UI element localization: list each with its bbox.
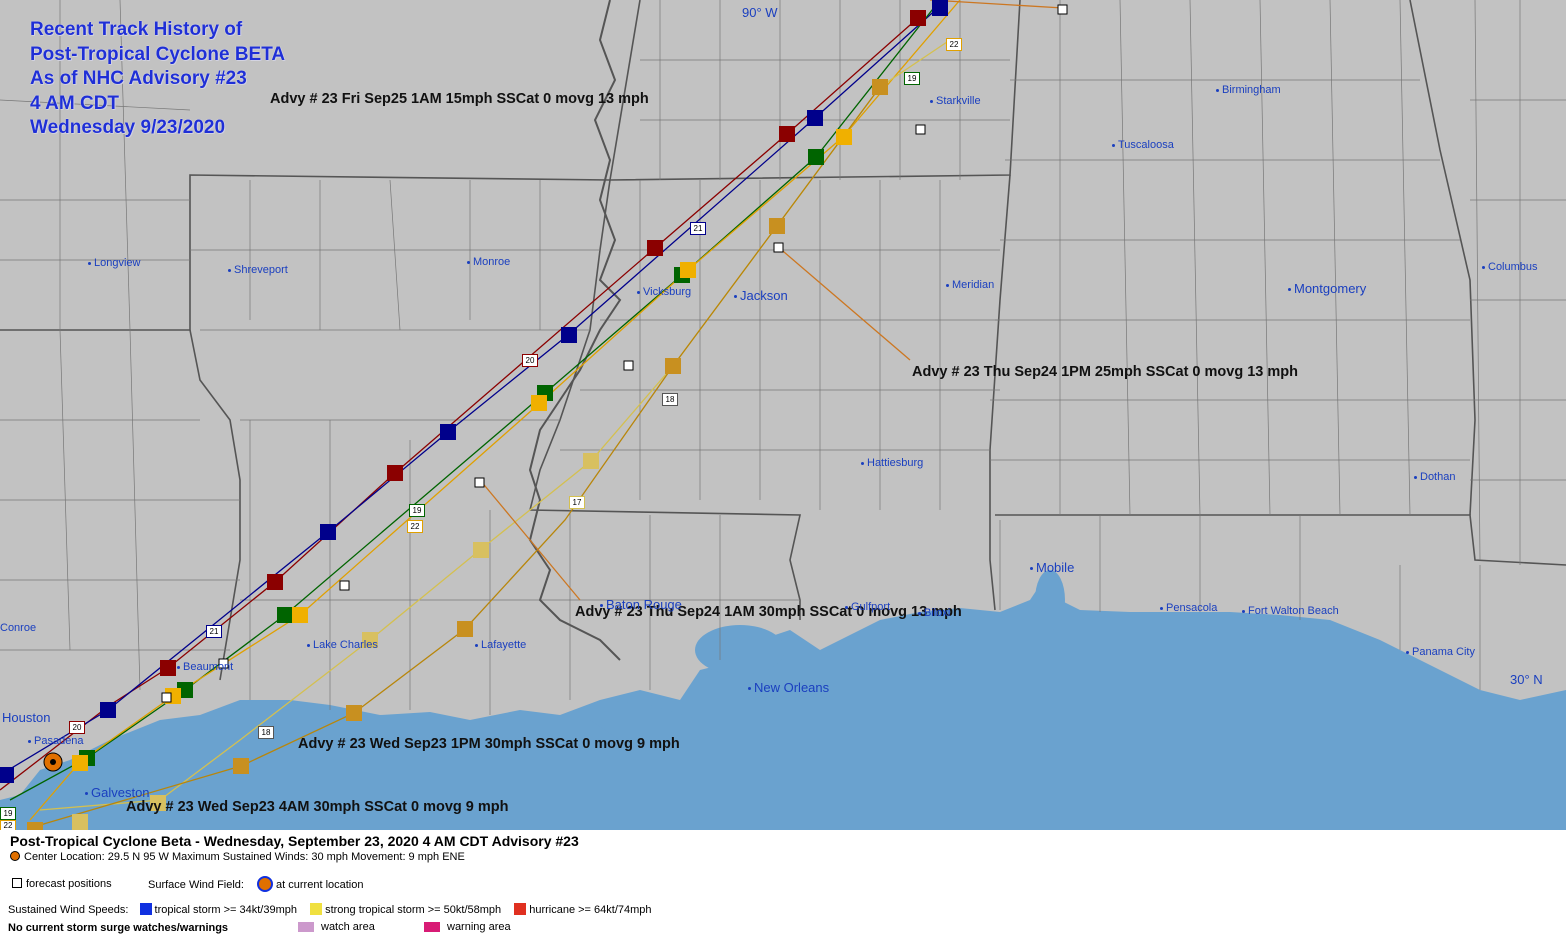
sustained-wind-label: Sustained Wind Speeds:	[8, 904, 129, 916]
warning-area-key: warning area	[424, 921, 511, 933]
center-location-marker	[43, 752, 63, 772]
city-label: Longview	[88, 257, 140, 269]
mobile-bay	[1035, 570, 1065, 630]
city-label: Starkville	[930, 95, 981, 107]
tropical-storm-swatch	[139, 903, 152, 915]
forecast-hour-shield: 18	[258, 726, 274, 739]
longitude-label: 90° W	[742, 5, 778, 20]
forecast-positions-key: forecast positions	[12, 878, 112, 890]
title-line: 4 AM CDT	[30, 92, 120, 114]
legend-header: Post-Tropical Cyclone Beta - Wednesday, …	[10, 833, 579, 849]
city-label: Conroe	[0, 622, 37, 634]
latitude-label: 30° N	[1510, 672, 1543, 687]
forecast-hour-shield: 19	[409, 504, 425, 517]
city-label: Columbus	[1482, 261, 1538, 273]
surge-note: No current storm surge watches/warnings	[8, 922, 229, 934]
forecast-hour-shield: 18	[662, 393, 678, 406]
forecast-hour-shield: 22	[946, 38, 962, 51]
forecast-hour-shield: 20	[69, 721, 85, 734]
hurricane-label: hurricane >= 64kt/74mph	[529, 904, 652, 916]
advisory-label: Advy # 23 Wed Sep23 1PM 30mph SSCat 0 mo…	[298, 736, 680, 752]
warning-area-swatch	[424, 922, 440, 932]
title-line: As of NHC Advisory #23	[30, 68, 247, 89]
advisory-label: Advy # 23 Thu Sep24 1PM 25mph SSCat 0 mo…	[912, 364, 1298, 380]
legend-panel: Post-Tropical Cyclone Beta - Wednesday, …	[0, 830, 1566, 940]
city-label: Dothan	[1414, 471, 1455, 483]
lake-pontchartrain	[695, 625, 785, 675]
city-label: Meridian	[946, 279, 994, 291]
surface-wind-key: Surface Wind Field: at current location	[148, 876, 363, 892]
city-label: Panama City	[1406, 646, 1475, 658]
wind-speed-key: Sustained Wind Speeds: tropical storm >=…	[8, 903, 652, 916]
strong-tropical-storm-swatch	[310, 903, 323, 915]
center-location-icon	[10, 851, 20, 861]
city-label: Shreveport	[228, 264, 288, 276]
advisory-label: Advy # 23 Wed Sep23 4AM 30mph SSCat 0 mo…	[126, 799, 509, 815]
city-label: Fort Walton Beach	[1242, 605, 1339, 617]
city-label: Hattiesburg	[861, 457, 923, 469]
forecast-hour-shield: 22	[407, 520, 423, 533]
forecast-hour-shield: 21	[690, 222, 706, 235]
forecast-positions-label: forecast positions	[26, 878, 112, 890]
city-label: Vicksburg	[637, 286, 691, 298]
at-current-location-label: at current location	[276, 879, 364, 891]
warning-area-label: warning area	[447, 921, 511, 933]
tropical-storm-label: tropical storm >= 34kt/39mph	[154, 904, 297, 916]
watch-area-label: watch area	[321, 921, 375, 933]
galveston-bay	[30, 776, 90, 804]
city-label: Lafayette	[475, 639, 526, 651]
city-label: Monroe	[467, 256, 510, 268]
watch-area-key: watch area	[298, 921, 375, 933]
forecast-square-icon	[12, 878, 22, 888]
advisory-label: Advy # 23 Fri Sep25 1AM 15mph SSCat 0 mo…	[270, 91, 649, 107]
forecast-hour-shield: 20	[522, 354, 538, 367]
city-label: Birmingham	[1216, 84, 1281, 96]
city-label: Beaumont	[177, 661, 233, 673]
city-label: Houston	[2, 710, 51, 725]
city-label: Pasadena	[28, 735, 84, 747]
forecast-hour-shield: 19	[904, 72, 920, 85]
city-label: Mobile	[1030, 560, 1074, 575]
city-label: Gulfport	[845, 601, 890, 613]
city-label: Jackson	[734, 288, 788, 303]
title-line: Wednesday 9/23/2020	[30, 117, 226, 138]
city-label: Tuscaloosa	[1112, 139, 1174, 151]
forecast-hour-shield: 19	[0, 807, 16, 820]
city-label: Pensacola	[1160, 602, 1217, 614]
city-label: Galveston	[85, 785, 150, 800]
forecast-hour-shield: 17	[569, 496, 585, 509]
center-info-text: Center Location: 29.5 N 95 W Maximum Sus…	[24, 851, 465, 863]
hurricane-swatch	[514, 903, 527, 915]
city-label: Montgomery	[1288, 281, 1366, 296]
city-label: Biloxi	[918, 607, 950, 619]
center-info-row: Center Location: 29.5 N 95 W Maximum Sus…	[10, 851, 465, 863]
surface-wind-label: Surface Wind Field:	[148, 879, 244, 891]
watch-area-swatch	[298, 922, 314, 932]
strong-tropical-storm-label: strong tropical storm >= 50kt/58mph	[325, 904, 502, 916]
title-line: Post-Tropical Cyclone BETA	[30, 43, 286, 65]
city-label: Lake Charles	[307, 639, 378, 651]
city-label: Baton Rouge	[600, 597, 682, 612]
city-label: New Orleans	[748, 680, 829, 695]
forecast-hour-shield: 21	[206, 625, 222, 638]
forecast-hour-shield: 22	[0, 820, 16, 830]
track-map: Recent Track History of Post-Tropical Cy…	[0, 0, 1566, 830]
title-line: Recent Track History of	[30, 19, 243, 40]
map-title: Recent Track History of Post-Tropical Cy…	[30, 18, 285, 141]
wind-field-icon	[257, 876, 274, 892]
